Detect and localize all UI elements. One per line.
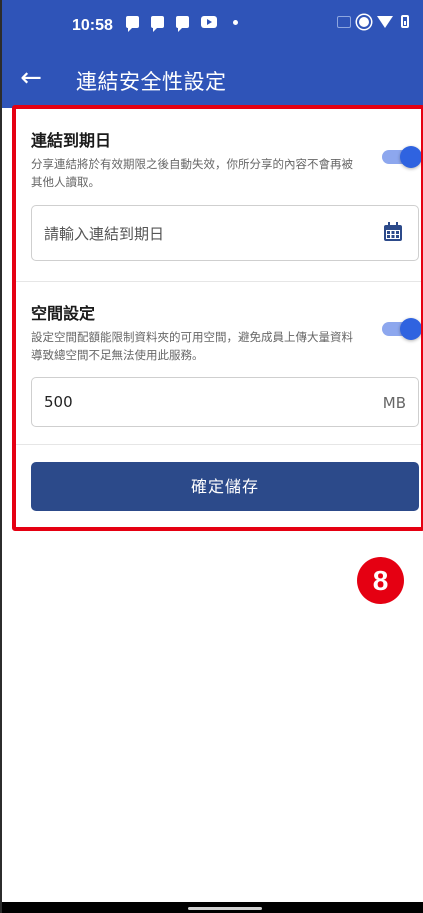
link-expiry-toggle[interactable] [382, 146, 422, 168]
home-gesture-handle[interactable] [188, 907, 262, 910]
space-setting-toggle[interactable] [382, 318, 422, 340]
back-arrow-icon[interactable]: ← [16, 64, 46, 94]
space-quota-unit: MB [382, 394, 406, 412]
link-expiry-date-field[interactable]: 請輸入連結到期日 [31, 205, 419, 261]
system-status-icons [337, 15, 409, 28]
link-expiry-description: 分享連結將於有效期限之後自動失效，你所分享的內容不會再被其他人讀取。 [31, 157, 353, 189]
phone-screen: 10:58 ← 連結安全性設定 連結到期日 分享連結將於有效期限之後自動失效，你… [0, 0, 423, 913]
battery-icon [401, 15, 409, 28]
link-expiry-title: 連結到期日 [31, 131, 112, 150]
more-notifications-dot-icon [233, 19, 238, 25]
no-sim-icon [337, 15, 351, 28]
video-notification-icon [201, 16, 217, 28]
space-setting-title: 空間設定 [31, 304, 96, 323]
app-bar: ← 連結安全性設定 [2, 52, 423, 108]
toggle-knob [400, 318, 422, 340]
save-button[interactable]: 確定儲存 [31, 462, 419, 511]
notification-icons [126, 16, 238, 32]
page-title: 連結安全性設定 [76, 70, 227, 94]
chat-notification-icon [126, 16, 139, 32]
step-number-badge: 8 [357, 557, 404, 604]
space-quota-value: 500 [44, 393, 73, 411]
calendar-icon[interactable] [382, 221, 404, 243]
section-divider [16, 444, 421, 445]
status-bar: 10:58 [2, 0, 423, 52]
space-setting-description: 設定空間配額能限制資料夾的可用空間，避免成員上傳大量資料導致總空間不足無法使用此… [31, 330, 353, 362]
vibrate-icon [359, 16, 369, 27]
status-time: 10:58 [72, 17, 113, 34]
space-quota-field[interactable]: 500 MB [31, 377, 419, 427]
toggle-knob [400, 146, 422, 168]
link-expiry-date-placeholder: 請輸入連結到期日 [44, 225, 165, 243]
section-divider [16, 281, 421, 282]
chat-notification-icon [176, 16, 189, 32]
wifi-icon [377, 15, 393, 28]
chat-notification-icon [151, 16, 164, 32]
